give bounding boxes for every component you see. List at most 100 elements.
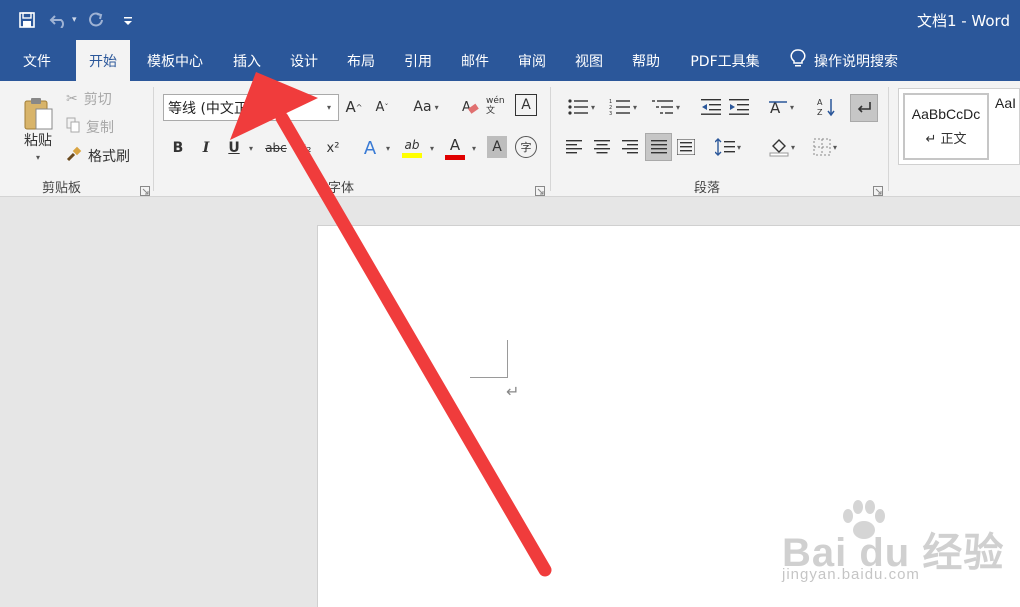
tab-insert[interactable]: 插入 <box>224 40 270 81</box>
highlight-dropdown-icon[interactable]: ▾ <box>426 139 438 157</box>
font-color-icon: A <box>449 136 461 154</box>
dialog-launcher-icon[interactable] <box>140 181 150 196</box>
distributed-icon[interactable] <box>675 135 697 159</box>
text-effects-dropdown-icon[interactable]: ▾ <box>382 139 394 157</box>
tab-review[interactable]: 审阅 <box>509 40 555 81</box>
paragraph-mark-icon <box>857 102 871 113</box>
quick-access-toolbar: ▾ <box>14 8 141 32</box>
baidu-jingyan-watermark: Bai du 经验 jingyan.baidu.com <box>782 500 1012 590</box>
chinese-layout-icon: A <box>768 99 787 116</box>
paste-dropdown-icon[interactable]: ▾ <box>30 151 46 163</box>
scissors-icon: ✂ <box>66 91 78 107</box>
ribbon-tabs: 文件 开始 模板中心 插入 设计 布局 引用 邮件 审阅 视图 帮助 PDF工具… <box>0 40 1020 81</box>
svg-text:3: 3 <box>609 111 612 116</box>
redo-icon[interactable] <box>83 8 109 32</box>
bold-button[interactable]: B <box>168 136 188 160</box>
undo-dropdown-icon[interactable]: ▾ <box>72 15 77 25</box>
tab-home[interactable]: 开始 <box>76 40 130 81</box>
ribbon-home: 粘贴 ▾ ✂ 剪切 复制 格式刷 剪贴板 等线 (中文正文) ▾ A ^ Aˇ A… <box>0 81 1020 197</box>
tab-view[interactable]: 视图 <box>566 40 612 81</box>
tab-template-center[interactable]: 模板中心 <box>138 40 212 81</box>
copy-label: 复制 <box>86 120 114 136</box>
numbering-icon: 123 <box>609 99 630 116</box>
borders-button[interactable]: ▾ <box>806 135 844 159</box>
paragraph-dialog-launcher-icon[interactable] <box>873 181 883 196</box>
grow-font-icon: A <box>345 98 356 116</box>
title-bar: ▾ 文档1 - Word <box>0 0 1020 40</box>
font-color-button[interactable]: A <box>444 134 466 162</box>
undo-icon[interactable] <box>46 8 72 32</box>
lightbulb-icon <box>790 48 806 73</box>
enclose-characters-button[interactable]: 字 <box>515 136 537 158</box>
shading-button[interactable]: ▾ <box>763 135 801 159</box>
line-spacing-button[interactable]: ▾ <box>710 135 746 159</box>
chinese-layout-button[interactable]: A ▾ <box>763 94 799 120</box>
paintbrush-icon <box>66 146 82 166</box>
svg-text:A: A <box>817 98 823 107</box>
style-normal-preview: AaBbCcDc <box>911 106 981 122</box>
bullets-icon <box>568 99 588 115</box>
save-icon[interactable] <box>14 8 40 32</box>
tab-file[interactable]: 文件 <box>14 40 60 81</box>
paint-bucket-icon <box>769 139 789 157</box>
highlight-color-swatch <box>402 153 422 158</box>
tab-references[interactable]: 引用 <box>395 40 441 81</box>
paste-label[interactable]: 粘贴 <box>14 131 62 149</box>
watermark-url: jingyan.baidu.com <box>782 566 920 583</box>
svg-text:A: A <box>462 100 471 115</box>
font-name-dropdown-icon[interactable]: ▾ <box>320 95 338 120</box>
tab-layout[interactable]: 布局 <box>338 40 384 81</box>
group-separator <box>550 87 551 191</box>
sort-icon[interactable]: AZ <box>815 94 839 120</box>
format-painter-label: 格式刷 <box>88 149 130 165</box>
character-shading-button[interactable]: A <box>487 136 507 158</box>
align-right-icon[interactable] <box>619 135 641 159</box>
tab-mailings[interactable]: 邮件 <box>452 40 498 81</box>
text-effects-button[interactable]: A <box>358 135 382 161</box>
font-color-dropdown-icon[interactable]: ▾ <box>468 139 480 157</box>
highlighter-icon: ab <box>404 138 420 152</box>
increase-indent-icon[interactable] <box>727 94 751 120</box>
underline-button[interactable]: U <box>224 136 244 160</box>
show-marks-button[interactable] <box>850 94 878 122</box>
change-case-button[interactable]: Aa ▾ <box>408 93 444 121</box>
justify-icon[interactable] <box>645 133 672 161</box>
window-title: 文档1 - Word <box>916 12 1010 30</box>
subscript-button[interactable]: x₂ <box>294 136 316 160</box>
align-center-icon[interactable] <box>591 135 613 159</box>
italic-button[interactable]: I <box>196 136 216 160</box>
underline-dropdown-icon[interactable]: ▾ <box>245 139 257 157</box>
tab-help[interactable]: 帮助 <box>623 40 669 81</box>
bullets-button[interactable]: ▾ <box>562 94 600 120</box>
copy-button[interactable]: 复制 <box>66 117 114 137</box>
cut-button[interactable]: ✂ 剪切 <box>66 89 112 109</box>
multilevel-list-button[interactable]: ▾ <box>646 94 686 120</box>
decrease-indent-icon[interactable] <box>699 94 723 120</box>
strikethrough-button[interactable]: abc <box>262 136 290 160</box>
phonetic-guide-button[interactable]: wén 文 <box>486 91 510 121</box>
numbering-button[interactable]: 123 ▾ <box>604 94 642 120</box>
borders-icon <box>813 138 831 156</box>
superscript-button[interactable]: x² <box>322 136 344 160</box>
format-painter-button[interactable]: 格式刷 <box>66 146 130 166</box>
tab-design[interactable]: 设计 <box>281 40 327 81</box>
grow-font-button[interactable]: A ^ <box>343 93 365 121</box>
character-border-button[interactable]: A <box>515 94 537 116</box>
customize-qat-icon[interactable] <box>115 8 141 32</box>
style-normal-name: ↵ 正文 <box>925 132 967 147</box>
style-next-preview[interactable]: AaI <box>995 95 1016 111</box>
shrink-font-icon: A <box>375 99 385 115</box>
clear-formatting-icon[interactable]: A <box>458 93 482 121</box>
style-normal[interactable]: AaBbCcDc ↵ 正文 <box>903 93 989 160</box>
font-dialog-launcher-icon[interactable] <box>535 181 545 196</box>
tab-pdf-tools[interactable]: PDF工具集 <box>682 40 768 81</box>
font-group-label: 字体 <box>328 181 355 196</box>
line-spacing-icon <box>714 138 735 156</box>
multilevel-list-icon <box>651 100 673 114</box>
tell-me-search[interactable]: 操作说明搜索 <box>790 40 898 81</box>
shrink-font-button[interactable]: Aˇ <box>371 93 393 121</box>
align-left-icon[interactable] <box>563 135 585 159</box>
font-name-box[interactable]: 等线 (中文正文) ▾ <box>163 94 339 121</box>
styles-gallery: AaBbCcDc ↵ 正文 AaI <box>898 88 1020 165</box>
highlight-button[interactable]: ab <box>400 134 424 162</box>
